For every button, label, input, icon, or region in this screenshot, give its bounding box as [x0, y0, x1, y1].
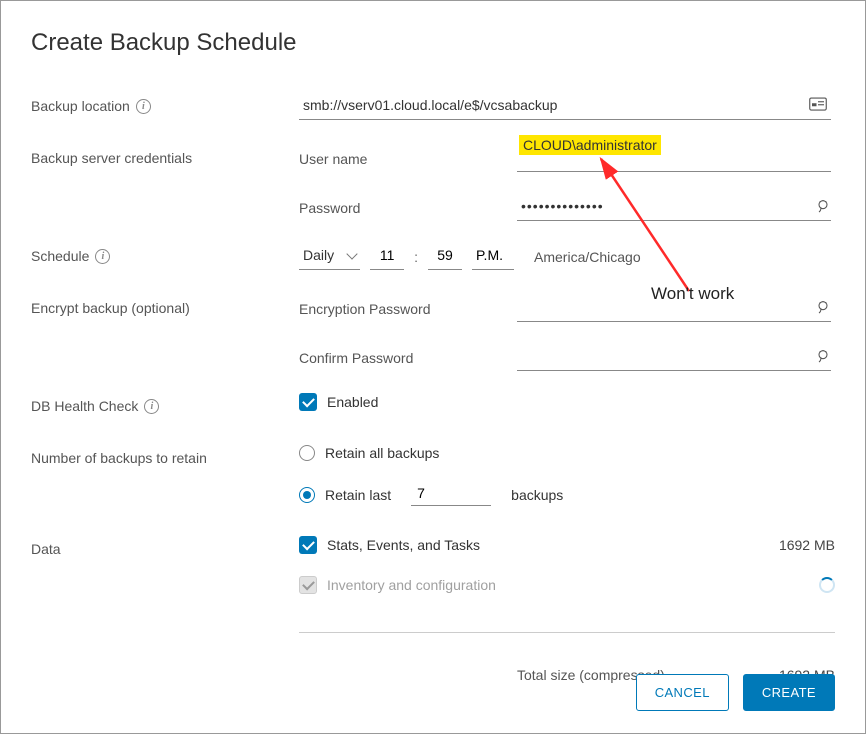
retain-last-label: Retain last	[325, 487, 391, 503]
retain-count-input[interactable]	[411, 483, 491, 506]
timezone-text: America/Chicago	[534, 249, 641, 265]
row-backup-location: Backup location i	[31, 93, 835, 123]
row-encrypt: Encrypt backup (optional) Encryption Pas…	[31, 295, 835, 371]
encryption-password-input[interactable]	[517, 295, 831, 322]
row-data: Data Stats, Events, and Tasks 1692 MB In…	[31, 536, 835, 683]
label-backup-location: Backup location i	[31, 93, 299, 114]
label-data: Data	[31, 536, 299, 557]
backups-suffix: backups	[511, 487, 563, 503]
password-reveal-icon[interactable]	[815, 198, 831, 217]
label-confirm-password: Confirm Password	[299, 350, 517, 366]
backup-location-input[interactable]	[299, 93, 831, 120]
row-db-health: DB Health Check i Enabled	[31, 393, 835, 423]
row-schedule: Schedule i Daily : America/Chicago	[31, 243, 835, 273]
stats-checkbox[interactable]	[299, 536, 317, 554]
label-password: Password	[299, 200, 517, 216]
loading-spinner-icon	[819, 577, 835, 593]
label-schedule: Schedule i	[31, 243, 299, 264]
info-icon[interactable]: i	[144, 399, 159, 414]
label-db-health: DB Health Check i	[31, 393, 299, 414]
label-encryption-password: Encryption Password	[299, 301, 517, 317]
dialog-buttons: CANCEL CREATE	[636, 674, 835, 711]
create-button[interactable]: CREATE	[743, 674, 835, 711]
password-input[interactable]	[517, 194, 831, 221]
label-username: User name	[299, 151, 517, 167]
password-reveal-icon[interactable]	[815, 348, 831, 367]
minute-input[interactable]	[428, 243, 462, 270]
chevron-down-icon	[346, 248, 357, 259]
cancel-button[interactable]: CANCEL	[636, 674, 729, 711]
hour-input[interactable]	[370, 243, 404, 270]
password-reveal-icon[interactable]	[815, 299, 831, 318]
info-icon[interactable]: i	[136, 99, 151, 114]
frequency-select[interactable]: Daily	[299, 243, 360, 270]
db-health-checkbox[interactable]	[299, 393, 317, 411]
retain-all-radio[interactable]	[299, 445, 315, 461]
info-icon[interactable]: i	[95, 249, 110, 264]
backup-schedule-dialog: Create Backup Schedule Backup location i…	[0, 0, 866, 734]
retain-last-radio[interactable]	[299, 487, 315, 503]
retain-all-label: Retain all backups	[325, 445, 439, 461]
dialog-title: Create Backup Schedule	[31, 29, 835, 57]
label-credentials: Backup server credentials	[31, 145, 299, 166]
row-credentials: Backup server credentials User name Pass…	[31, 145, 835, 221]
stats-label: Stats, Events, and Tasks	[327, 537, 480, 553]
enabled-label: Enabled	[327, 394, 378, 410]
inventory-label: Inventory and configuration	[327, 577, 496, 593]
confirm-password-input[interactable]	[517, 344, 831, 371]
label-retain: Number of backups to retain	[31, 445, 299, 466]
label-encrypt: Encrypt backup (optional)	[31, 295, 299, 316]
username-highlight: CLOUD\administrator	[519, 137, 661, 153]
divider	[299, 632, 835, 633]
ampm-input[interactable]	[472, 243, 514, 270]
stats-size: 1692 MB	[779, 537, 835, 553]
location-card-icon[interactable]	[809, 97, 827, 114]
time-colon: :	[414, 249, 418, 265]
inventory-checkbox	[299, 576, 317, 594]
row-retain: Number of backups to retain Retain all b…	[31, 445, 835, 506]
